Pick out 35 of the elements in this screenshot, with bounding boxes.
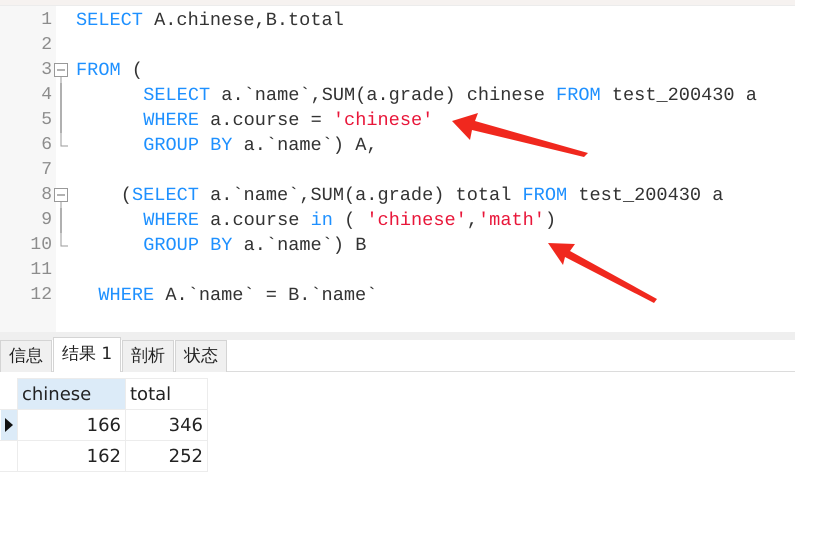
column-header[interactable]: total	[126, 378, 208, 410]
code-line: SELECT a.`name`,SUM(a.grade) chinese FROM test_200430 a	[143, 84, 757, 108]
code-line: FROM (	[76, 58, 143, 83]
line-number: 3	[40, 59, 52, 82]
fold-toggle-icon[interactable]	[54, 63, 68, 83]
code-line: SELECT A.chinese,B.total	[76, 8, 344, 33]
row-indicator[interactable]	[0, 410, 18, 440]
code-line: WHERE a.course in ( 'chinese','math')	[143, 208, 556, 233]
table-cell: 346	[126, 410, 208, 440]
result-tab[interactable]: 状态	[175, 340, 228, 372]
result-tab[interactable]: 剖析	[122, 340, 174, 372]
code-line: (SELECT a.`name`,SUM(a.grade) total FROM test_200430 a	[120, 184, 724, 208]
line-number: 6	[40, 134, 52, 157]
code-line: WHERE a.course = 'chinese'	[143, 108, 434, 133]
line-number: 11	[29, 259, 52, 282]
code-line: GROUP BY a.`name`) A,	[143, 134, 378, 158]
line-number: 7	[40, 159, 52, 182]
line-number: 4	[40, 84, 52, 107]
result-tab[interactable]: 结果 1	[53, 337, 122, 372]
fold-toggle-icon[interactable]	[54, 188, 68, 208]
line-number: 2	[40, 34, 52, 57]
line-number: 10	[29, 234, 52, 257]
result-tab[interactable]: 信息	[0, 340, 52, 372]
current-row-icon	[5, 418, 13, 432]
table-cell: 162	[18, 440, 126, 472]
table-cell: 166	[18, 410, 126, 440]
column-header[interactable]: chinese	[18, 378, 126, 410]
line-number: 1	[40, 9, 52, 32]
line-number: 8	[40, 184, 52, 207]
line-number: 5	[40, 109, 52, 132]
line-number: 9	[40, 209, 52, 232]
code-line: WHERE A.`name` = B.`name`	[98, 284, 378, 308]
table-cell: 252	[126, 440, 208, 472]
line-number: 12	[29, 284, 52, 307]
code-line: GROUP BY a.`name`) B	[143, 234, 366, 258]
